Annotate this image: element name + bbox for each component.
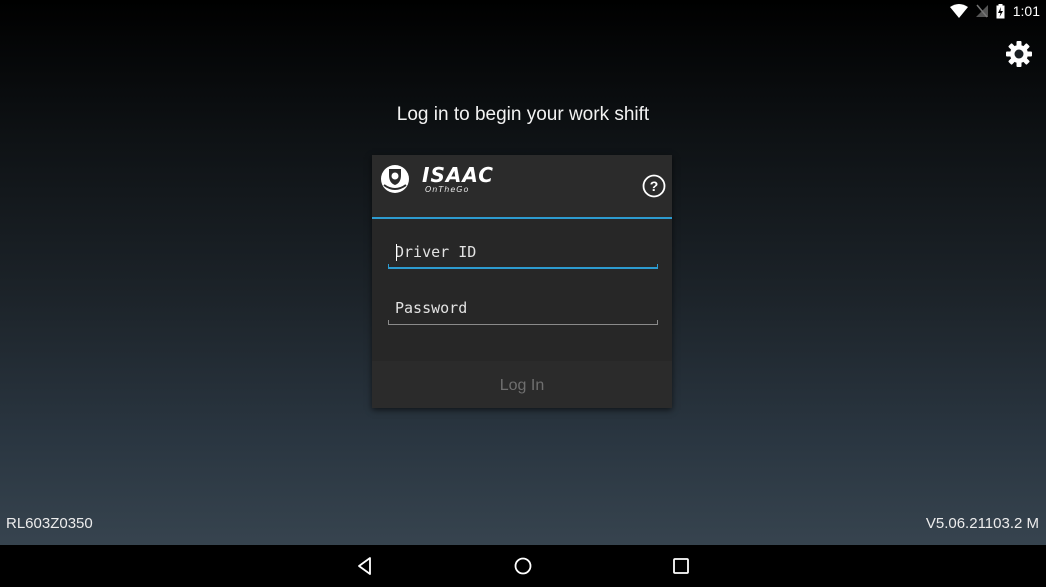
back-icon[interactable] [355, 556, 375, 576]
device-id: RL603Z0350 [6, 515, 93, 532]
navigation-bar [0, 545, 1046, 587]
battery-charging-icon [996, 3, 1005, 18]
version-label: V5.06.21103.2 M [925, 515, 1039, 532]
status-bar: 1:01 [0, 0, 1046, 22]
page-title: Log in to begin your work shift [396, 104, 650, 125]
card-header: ISAAC OnTheGo ? [372, 155, 672, 219]
driver-id-underline [388, 264, 658, 269]
gear-icon[interactable] [1005, 40, 1033, 68]
driver-id-input[interactable] [388, 239, 657, 265]
logo-title: ISAAC [422, 163, 494, 187]
password-underline [388, 320, 658, 325]
driver-id-field[interactable] [388, 239, 658, 269]
wifi-icon [949, 4, 968, 18]
no-signal-icon [975, 4, 988, 18]
password-field[interactable] [388, 295, 658, 325]
login-card: ISAAC OnTheGo ? Log In [372, 155, 672, 408]
login-button[interactable]: Log In [372, 361, 672, 408]
home-icon[interactable] [513, 556, 533, 576]
isaac-logo: ISAAC OnTheGo [380, 163, 498, 195]
isaac-logo-icon [381, 165, 409, 193]
text-caret [396, 244, 397, 261]
svg-text:?: ? [650, 178, 659, 194]
logo-subtitle: OnTheGo [425, 185, 470, 194]
status-time: 1:01 [1012, 3, 1040, 19]
help-circle-icon[interactable]: ? [642, 174, 666, 198]
recents-icon[interactable] [671, 556, 691, 576]
password-input[interactable] [388, 295, 657, 321]
